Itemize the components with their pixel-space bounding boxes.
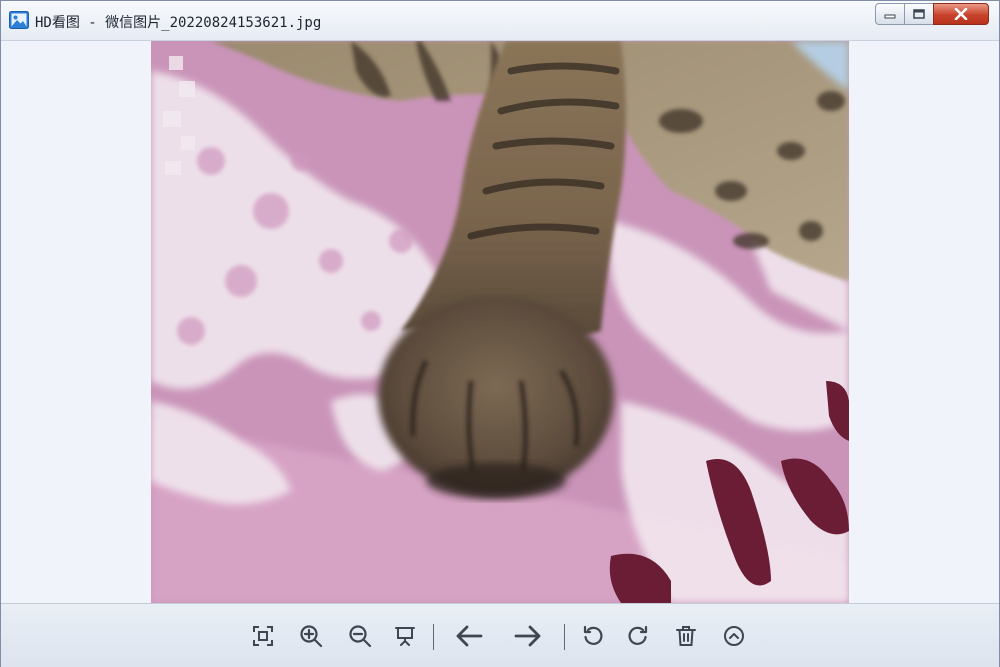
- delete-button[interactable]: [672, 622, 700, 650]
- window-title: HD看图 - 微信图片_20220824153621.jpg: [35, 15, 322, 31]
- more-options-button[interactable]: [720, 622, 748, 650]
- title-bar[interactable]: HD看图 - 微信图片_20220824153621.jpg: [1, 1, 999, 41]
- chevron-up-circle-icon: [724, 626, 744, 646]
- rotate-left-button[interactable]: [579, 622, 607, 650]
- minimize-icon: [884, 14, 896, 19]
- close-button[interactable]: [933, 3, 989, 25]
- zoom-in-icon: [300, 625, 323, 648]
- previous-image-button[interactable]: [455, 622, 483, 650]
- next-image-button[interactable]: [514, 622, 542, 650]
- zoom-out-button[interactable]: [346, 622, 374, 650]
- photo-cat-paw[interactable]: [151, 41, 849, 603]
- maximize-button[interactable]: [904, 3, 934, 25]
- slideshow-button[interactable]: [391, 622, 419, 650]
- minimize-button[interactable]: [875, 3, 905, 25]
- arrow-left-icon: [456, 625, 483, 647]
- toolbar-divider: [433, 624, 434, 650]
- fit-screen-button[interactable]: [249, 622, 277, 650]
- toolbar-divider: [564, 624, 565, 650]
- rotate-right-button[interactable]: [624, 622, 652, 650]
- rotate-right-icon: [628, 625, 648, 645]
- zoom-in-button[interactable]: [297, 622, 325, 650]
- image-canvas[interactable]: [1, 41, 999, 603]
- trash-icon: [676, 626, 696, 646]
- zoom-out-icon: [349, 625, 372, 648]
- arrow-right-icon: [514, 625, 541, 647]
- bottom-toolbar: [1, 603, 999, 667]
- maximize-icon: [913, 9, 925, 19]
- rotate-left-icon: [583, 625, 603, 645]
- photo-image: [151, 41, 849, 603]
- close-icon: [954, 8, 968, 20]
- fit-screen-icon: [253, 626, 273, 646]
- window-controls: [875, 3, 989, 27]
- app-logo-icon: [9, 11, 29, 29]
- image-viewer-window: HD看图 - 微信图片_20220824153621.jpg: [0, 0, 1000, 667]
- presentation-icon: [395, 627, 415, 646]
